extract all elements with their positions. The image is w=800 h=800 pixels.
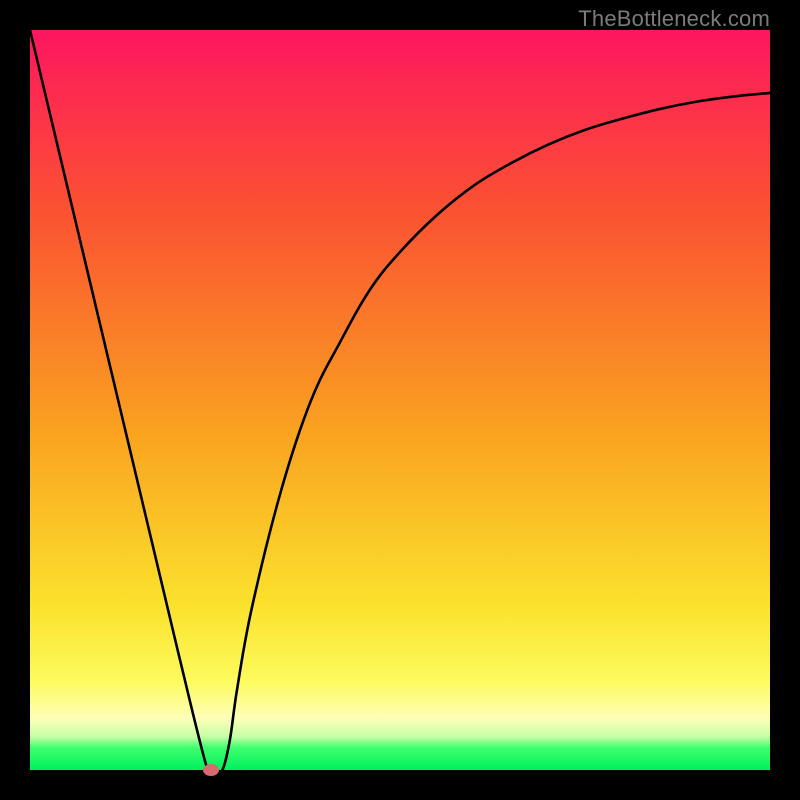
minimum-marker [203,764,219,776]
chart-frame: TheBottleneck.com [0,0,800,800]
plot-area [30,30,770,770]
bottleneck-curve [30,30,770,770]
watermark-text: TheBottleneck.com [578,6,770,32]
